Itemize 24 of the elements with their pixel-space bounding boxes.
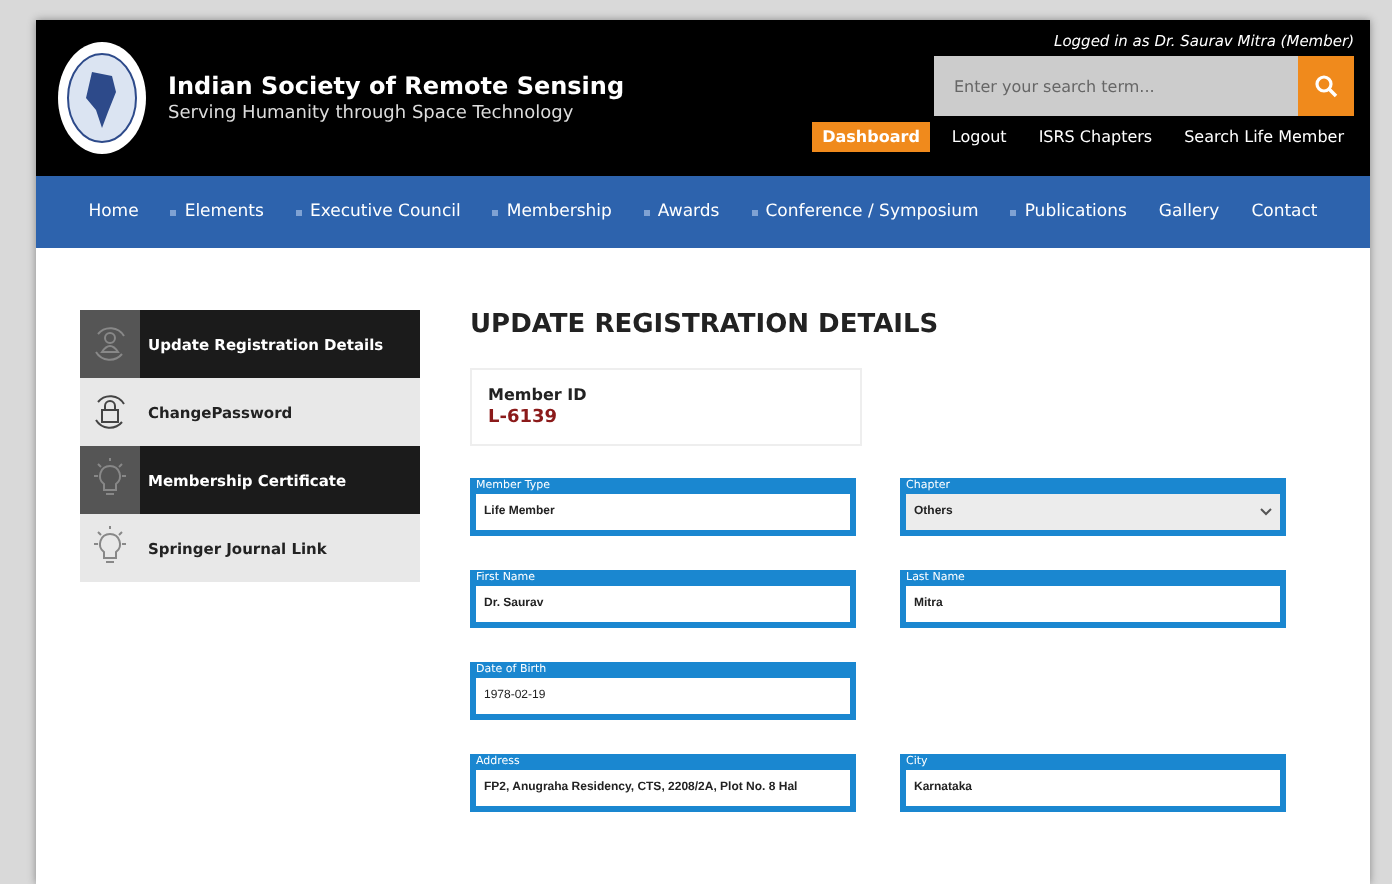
nav-link[interactable]: Home — [88, 202, 139, 222]
header-link[interactable]: Logout — [941, 122, 1017, 152]
header-link[interactable]: Search Life Member — [1174, 122, 1354, 152]
search-icon — [1314, 74, 1338, 98]
nav-link[interactable]: Awards — [657, 202, 720, 222]
nav-link[interactable]: Contact — [1251, 202, 1318, 222]
society-emblem — [56, 40, 148, 156]
search-input[interactable]: Enter your search term... — [934, 56, 1298, 116]
nav-link[interactable]: Gallery — [1158, 202, 1220, 222]
nav-link[interactable]: Publications — [1024, 202, 1127, 222]
nav-link[interactable]: Elements — [184, 202, 264, 222]
nav-link[interactable]: Executive Council — [309, 202, 461, 222]
nav-link[interactable]: Membership — [506, 202, 612, 222]
member-id-label: Member ID — [488, 386, 589, 404]
nav-link[interactable]: Conference / Symposium — [765, 202, 979, 222]
chevron-down-icon — [1260, 508, 1272, 516]
site-tagline: Serving Humanity through Space Technology — [168, 104, 576, 124]
lock-refresh-icon — [90, 390, 130, 434]
page-title: UPDATE REGISTRATION DETAILS — [470, 310, 941, 340]
site-title: Indian Society of Remote Sensing — [168, 72, 625, 100]
header-link[interactable]: ISRS Chapters — [1028, 122, 1163, 152]
search-button[interactable] — [1298, 56, 1354, 116]
person-refresh-icon — [90, 322, 130, 366]
member-id-value: L-6139 — [488, 408, 560, 428]
